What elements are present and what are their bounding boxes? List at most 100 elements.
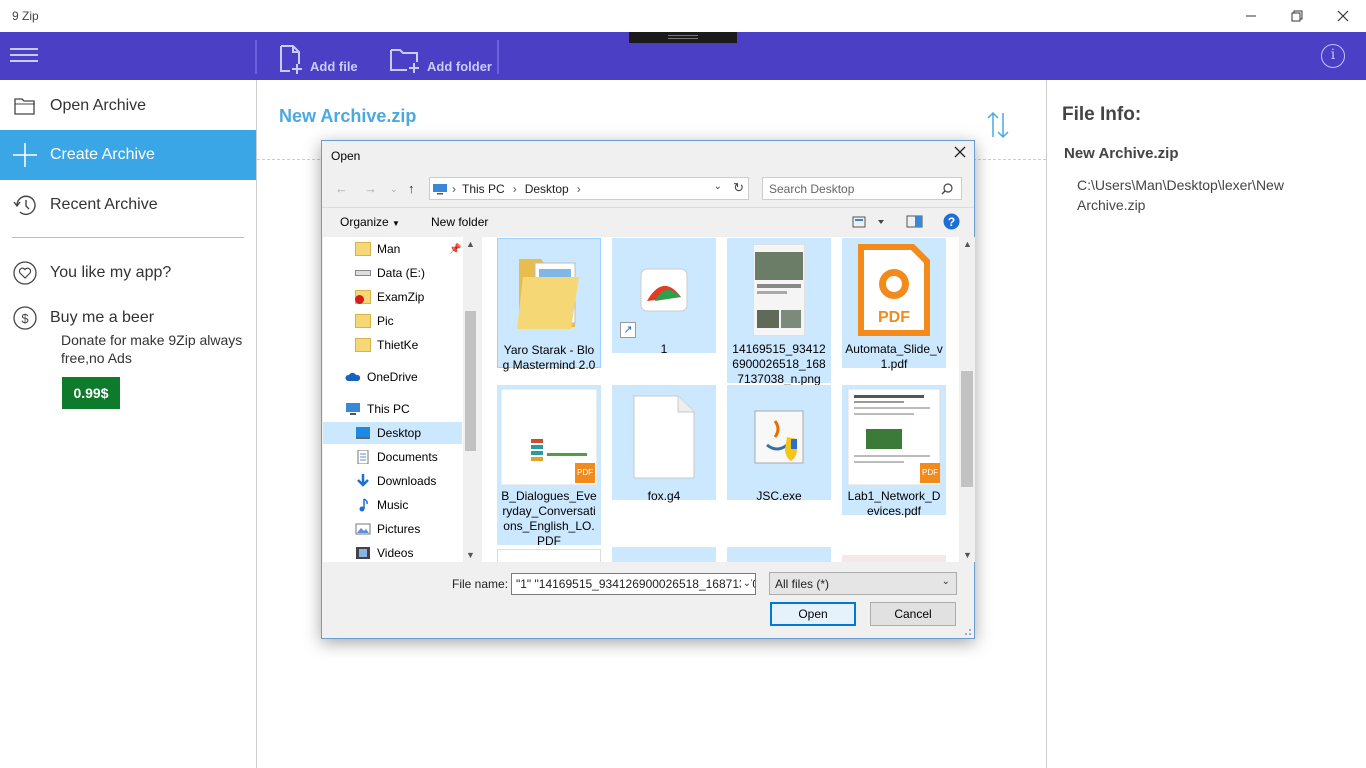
sidebar-item-like-app[interactable]: You like my app? xyxy=(0,248,256,298)
file-item-partial[interactable] xyxy=(727,547,831,562)
file-info-title: File Info: xyxy=(1062,104,1142,125)
forward-arrow-icon[interactable]: → xyxy=(364,181,377,196)
close-icon xyxy=(954,146,966,158)
file-info-path: C:\Users\Man\Desktop\lexer\New Archive.z… xyxy=(1077,177,1284,213)
file-name: JSC.exe xyxy=(756,489,802,503)
cancel-button[interactable]: Cancel xyxy=(870,602,956,626)
file-name: 14169515_934126900026518_1687137038_n.pn… xyxy=(732,342,826,386)
file-name-label: File name: xyxy=(452,577,509,591)
breadcrumb-desktop[interactable]: Desktop xyxy=(525,182,569,196)
sidebar-item-label: Buy me a beer xyxy=(50,309,155,326)
tree-item-music[interactable]: Music xyxy=(355,494,478,516)
help-icon[interactable]: ? xyxy=(943,213,960,230)
image-thumbnail xyxy=(731,242,827,338)
back-arrow-icon[interactable]: ← xyxy=(335,181,348,196)
tree-item-this-pc[interactable]: This PC xyxy=(345,398,478,420)
tree-item-downloads[interactable]: Downloads xyxy=(355,470,478,492)
sidebar-divider xyxy=(12,237,244,238)
open-file-dialog: Open ← → ⌄ ↑ › This PC › Desktop › ⌄ ↻ S… xyxy=(321,140,975,639)
music-icon xyxy=(359,498,368,512)
scroll-down-icon[interactable]: ▼ xyxy=(963,550,972,560)
sort-icon[interactable] xyxy=(985,111,1011,139)
file-item-1[interactable]: ↗ 1 xyxy=(612,238,716,356)
file-item-partial[interactable] xyxy=(612,547,716,562)
info-icon[interactable]: i xyxy=(1321,44,1345,68)
add-folder-label: Add folder xyxy=(427,59,492,74)
file-info-name: New Archive.zip xyxy=(1064,145,1179,162)
scroll-up-icon[interactable]: ▲ xyxy=(963,239,972,249)
pdf-badge-icon: PDF xyxy=(575,463,595,483)
tree-item-label: Desktop xyxy=(377,426,422,440)
file-grid-scroll-thumb[interactable] xyxy=(961,371,973,487)
sidebar-item-create-archive[interactable]: Create Archive xyxy=(0,130,256,180)
add-file-button[interactable]: Add file xyxy=(278,40,358,74)
view-options-icon[interactable] xyxy=(852,215,888,229)
restore-button[interactable] xyxy=(1274,0,1320,32)
add-folder-icon xyxy=(390,49,419,73)
file-item-automata-slide[interactable]: PDF Automata_Slide_v1.pdf xyxy=(842,238,946,371)
tree-item-data-e[interactable]: Data (E:) xyxy=(355,262,478,284)
file-name-input[interactable]: "1" "14169515_934126900026518_1687137038… xyxy=(511,573,756,595)
search-placeholder: Search Desktop xyxy=(769,181,855,196)
desktop-icon xyxy=(356,427,370,439)
tree-scroll-thumb[interactable] xyxy=(465,311,476,451)
file-item-lab1-network[interactable]: PDF Lab1_Network_Devices.pdf xyxy=(842,385,946,518)
tree-item-man[interactable]: Man 📌 xyxy=(355,238,478,260)
tree-item-desktop[interactable]: Desktop xyxy=(323,422,462,444)
open-button[interactable]: Open xyxy=(770,602,856,626)
tree-item-onedrive[interactable]: OneDrive xyxy=(345,366,478,388)
pictures-icon xyxy=(355,523,371,535)
drag-handle[interactable] xyxy=(629,32,737,43)
plus-icon xyxy=(13,143,37,167)
tree-item-label: Pictures xyxy=(377,522,421,536)
file-item-fox-g4[interactable]: fox.g4 xyxy=(612,385,716,503)
chevron-down-icon[interactable]: ⌄ xyxy=(714,181,722,192)
search-input[interactable]: Search Desktop xyxy=(762,177,962,200)
sidebar-item-recent-archive[interactable]: Recent Archive xyxy=(0,180,256,230)
organize-menu[interactable]: Organize ▼ xyxy=(340,215,400,229)
file-item-b-dialogues[interactable]: PDF B_Dialogues_Everyday_Conversations_E… xyxy=(497,385,601,548)
file-item-partial[interactable] xyxy=(842,555,946,562)
refresh-icon[interactable]: ↻ xyxy=(733,180,744,196)
tree-item-examzip[interactable]: ExamZip xyxy=(355,286,478,308)
svg-text:?: ? xyxy=(948,215,955,229)
tree-item-label: Documents xyxy=(377,450,438,464)
open-folder-icon xyxy=(14,98,35,115)
sidebar-item-open-archive[interactable]: Open Archive xyxy=(0,81,256,131)
file-type-value: All files (*) xyxy=(775,576,830,591)
tree-item-videos[interactable]: Videos xyxy=(355,542,478,562)
app-title: 9 Zip xyxy=(12,9,39,23)
dialog-close-button[interactable] xyxy=(954,145,966,163)
history-dropdown-icon[interactable]: ⌄ xyxy=(390,184,398,195)
hamburger-menu-icon[interactable] xyxy=(10,44,38,68)
address-bar[interactable]: › This PC › Desktop › ⌄ ↻ xyxy=(429,177,749,200)
resize-grip-icon[interactable] xyxy=(962,626,972,636)
file-grid: Yaro Starak - Blog Mastermind 2.0 ↗ 1 14… xyxy=(482,237,975,562)
file-item-yaro-starak[interactable]: Yaro Starak - Blog Mastermind 2.0 xyxy=(497,238,601,372)
tree-item-pictures[interactable]: Pictures xyxy=(355,518,478,540)
file-item-jsc-exe[interactable]: JSC.exe xyxy=(727,385,831,503)
add-folder-button[interactable]: Add folder xyxy=(389,40,492,74)
close-window-button[interactable] xyxy=(1320,0,1366,32)
tree-item-documents[interactable]: Documents xyxy=(355,446,478,468)
donate-price-button[interactable]: 0.99$ xyxy=(62,377,120,409)
tree-item-pic[interactable]: Pic xyxy=(355,310,478,332)
file-item-14169515-png[interactable]: 14169515_934126900026518_1687137038_n.pn… xyxy=(727,238,831,386)
file-name: Automata_Slide_v1.pdf xyxy=(845,342,943,371)
file-item-partial[interactable] xyxy=(497,549,601,562)
svg-text:$: $ xyxy=(21,311,29,326)
new-folder-button[interactable]: New folder xyxy=(431,215,488,229)
up-arrow-icon[interactable]: ↑ xyxy=(408,181,415,196)
scroll-up-icon[interactable]: ▲ xyxy=(466,239,475,249)
add-file-label: Add file xyxy=(310,59,358,74)
tree-item-thietke[interactable]: ThietKe xyxy=(355,334,478,356)
minimize-button[interactable] xyxy=(1228,0,1274,32)
close-icon xyxy=(1337,10,1349,22)
folder-icon xyxy=(355,314,371,328)
file-type-select[interactable]: All files (*) ⌄ xyxy=(769,572,957,595)
preview-pane-icon[interactable] xyxy=(906,214,924,230)
scroll-down-icon[interactable]: ▼ xyxy=(466,550,475,560)
chevron-down-icon[interactable]: ⌄ xyxy=(740,578,751,589)
chevron-down-icon: ⌄ xyxy=(941,576,950,587)
breadcrumb-this-pc[interactable]: This PC xyxy=(462,182,505,196)
